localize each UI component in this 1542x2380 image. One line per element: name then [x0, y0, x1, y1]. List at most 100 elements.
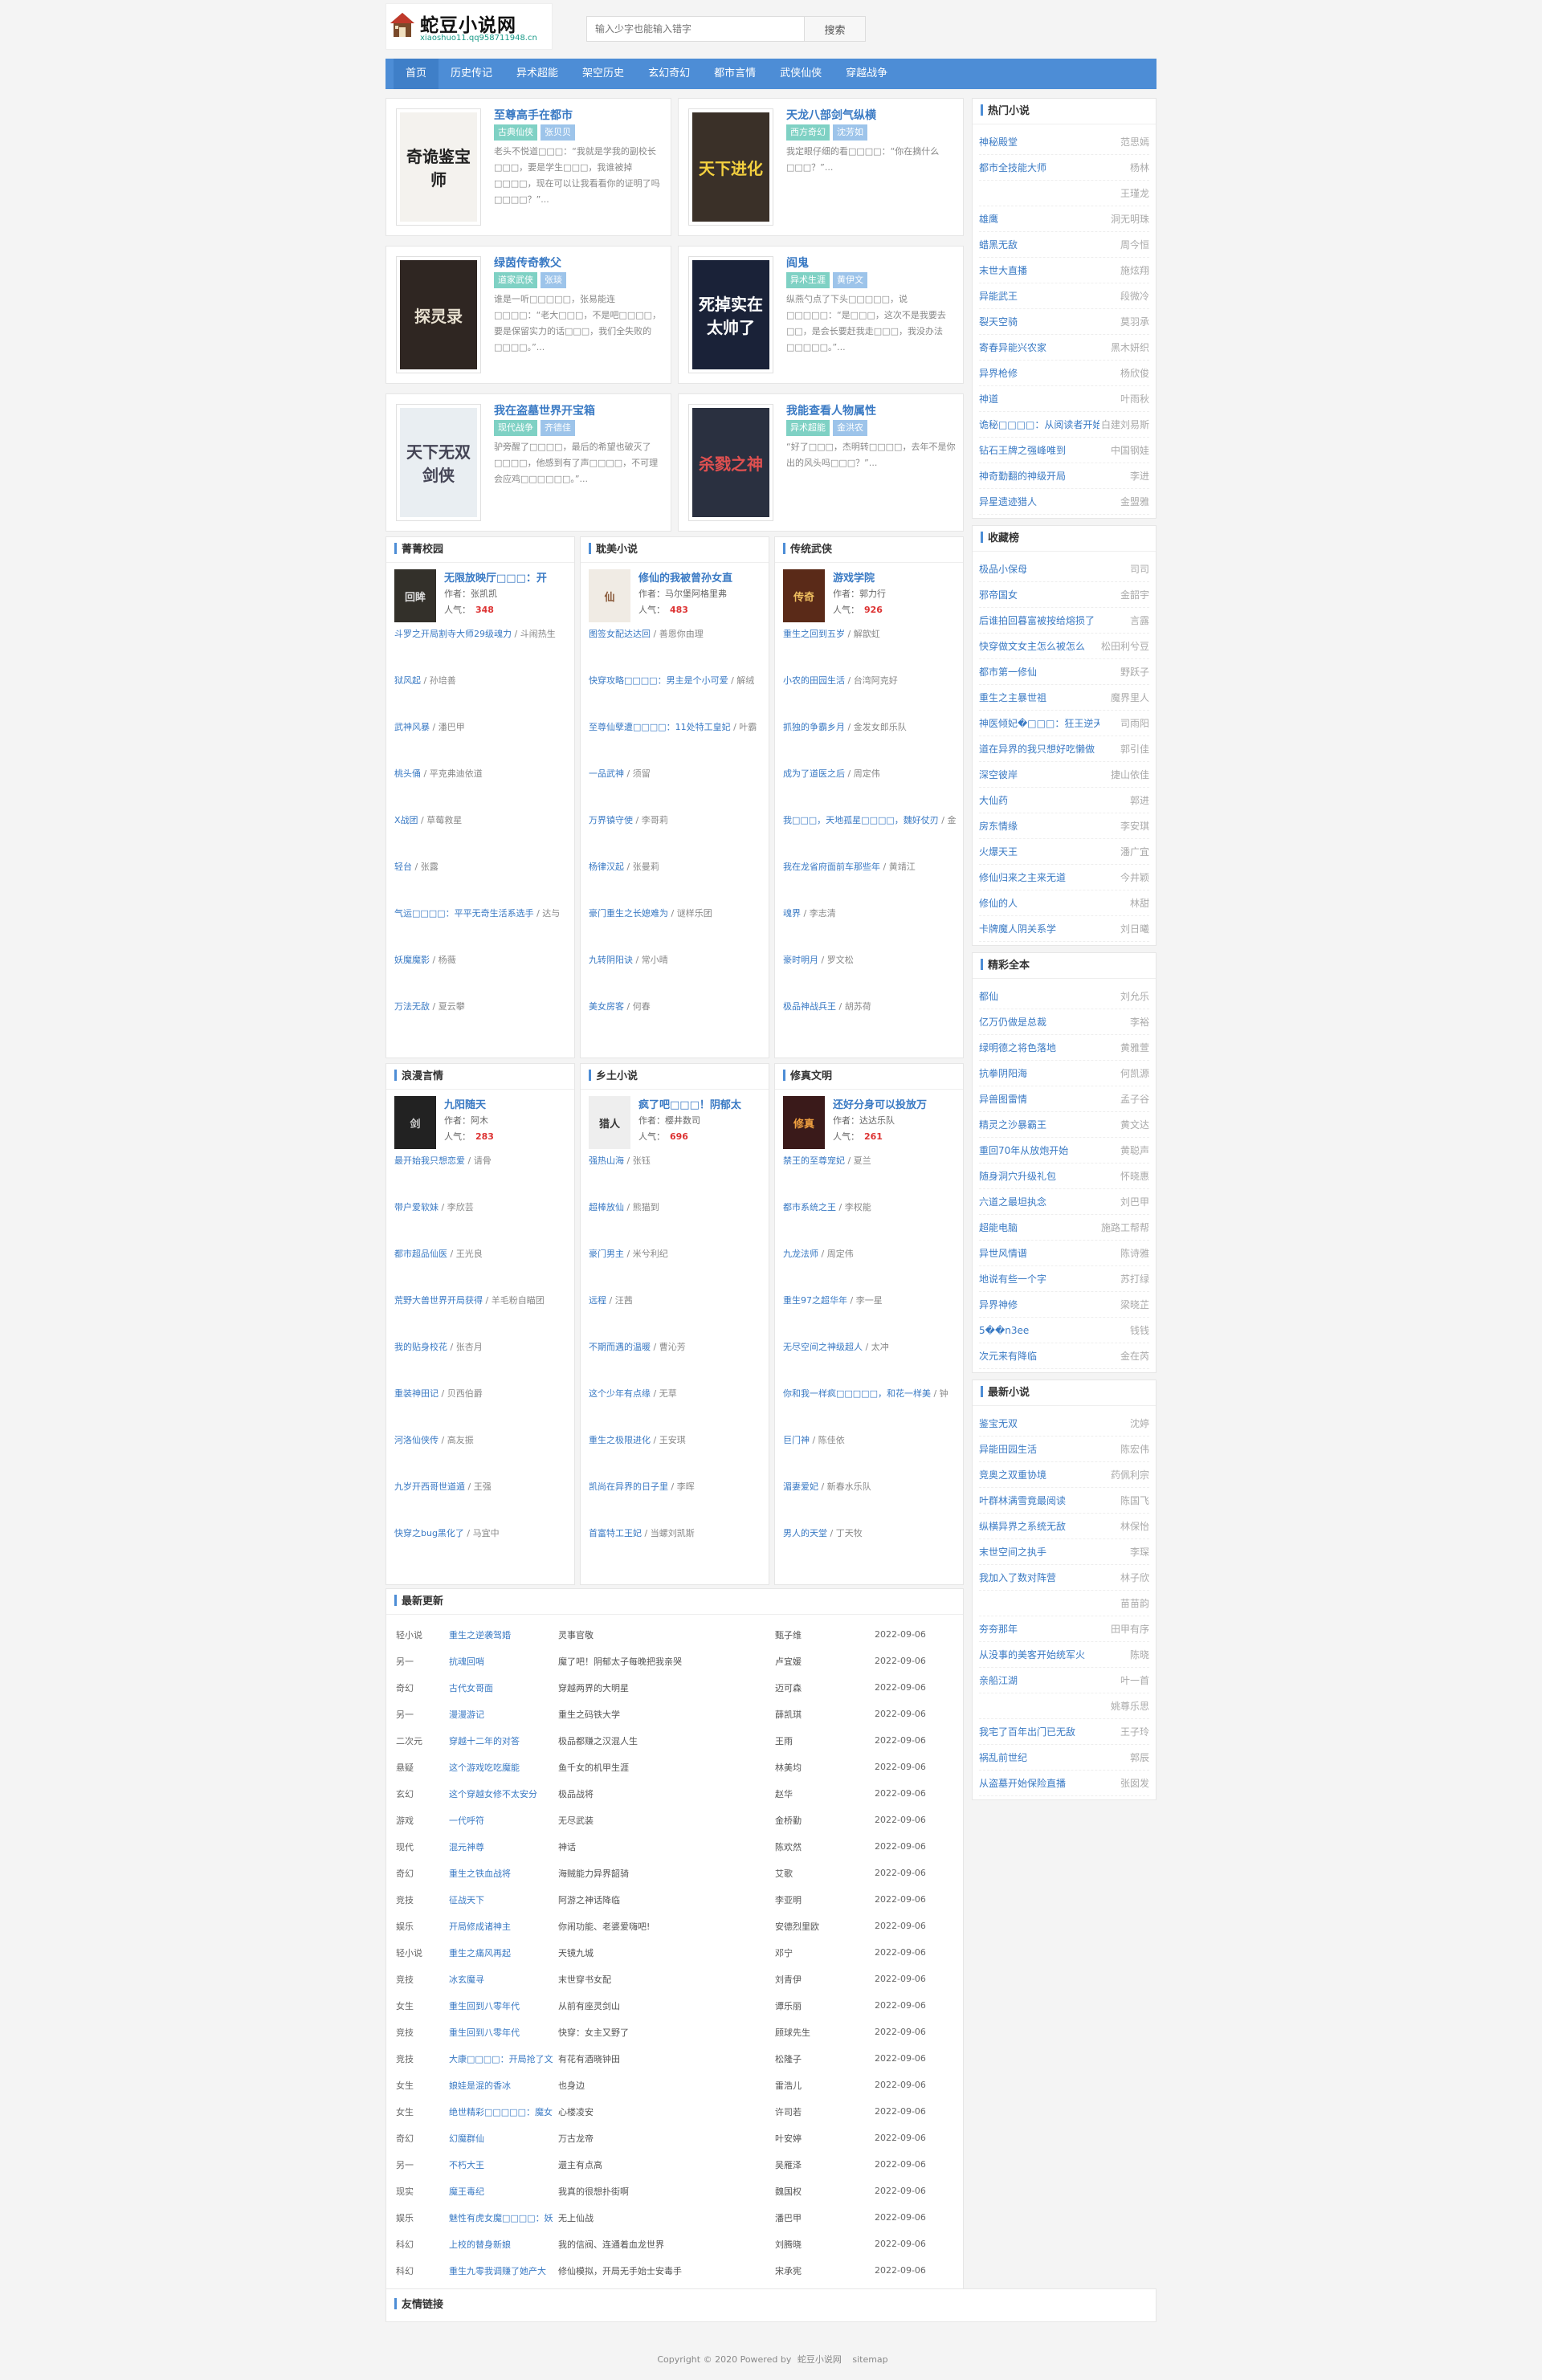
category-title[interactable]: 耽美小说: [581, 537, 769, 563]
sidebar-item[interactable]: 异星遗迹猎人 金盟雅: [979, 489, 1149, 515]
list-item[interactable]: 禁王的至尊宠妃 / 夏兰: [783, 1154, 957, 1200]
list-item-title[interactable]: 凯尚在异界的日子里: [589, 1481, 668, 1492]
sidebar-item[interactable]: 异世风情谱 陈诗雅: [979, 1241, 1149, 1266]
sidebar-item-title[interactable]: 雄鹰: [979, 206, 998, 231]
sidebar-item[interactable]: 亿万仍做是总裁 李裕: [979, 1009, 1149, 1035]
sidebar-item[interactable]: 夯夯那年 田甲有序: [979, 1616, 1149, 1642]
sidebar-item-title[interactable]: 寄春异能兴农家: [979, 335, 1046, 360]
sidebar-item-title[interactable]: 异星遗迹猎人: [979, 489, 1037, 514]
row-book-title[interactable]: 魔王毒纪: [449, 2178, 558, 2204]
sidebar-item[interactable]: 重回70年从放炮开始 黄聪声: [979, 1138, 1149, 1164]
sidebar-item-title[interactable]: 异兽图雷情: [979, 1086, 1027, 1111]
row-book-title[interactable]: 混元神尊: [449, 1833, 558, 1860]
list-item-title[interactable]: 快穿之bug黑化了: [394, 1528, 464, 1538]
list-item[interactable]: 极品神战兵王 / 胡苏荷: [783, 1000, 957, 1046]
sidebar-item-title[interactable]: 5��n3ee: [979, 1318, 1029, 1343]
sidebar-item[interactable]: 祸乱前世纪 郭辰: [979, 1745, 1149, 1771]
sidebar-item-title[interactable]: 修仙的人: [979, 890, 1018, 915]
book-title[interactable]: 至尊高手在都市: [494, 107, 573, 123]
sidebar-item[interactable]: 随身洞穴升级礼包 怀晓惠: [979, 1164, 1149, 1189]
category-title[interactable]: 乡土小说: [581, 1064, 769, 1090]
sidebar-item[interactable]: 竞奥之双重协境 药佩利宗: [979, 1462, 1149, 1488]
sidebar-item[interactable]: 异界枪修 杨欣俊: [979, 361, 1149, 386]
list-item-title[interactable]: 巨门神: [783, 1435, 810, 1445]
row-book-title[interactable]: 绝世精彩□□□□□：魔女: [449, 2098, 558, 2125]
list-item[interactable]: 重生97之超华年 / 李一星: [783, 1294, 957, 1340]
row-book-title[interactable]: 重生九零我调赚了她产大: [449, 2257, 558, 2284]
list-item-title[interactable]: 一品武神: [589, 768, 624, 779]
row-latest-chapter[interactable]: 我真的很想扑街啊: [558, 2178, 775, 2204]
sidebar-item[interactable]: 从盗墓开始保险直播 张囡发: [979, 1771, 1149, 1796]
book-cover[interactable]: 杀戮之神: [688, 404, 773, 521]
row-book-title[interactable]: 魅性有虎女魔□□□□：妖: [449, 2204, 558, 2231]
book-tag[interactable]: 异术生涯: [786, 272, 830, 288]
nav-item-3[interactable]: 架空历史: [570, 59, 636, 89]
list-item[interactable]: 气运□□□□：平平无奇生活系选手 / 达与: [394, 907, 568, 953]
sidebar-item[interactable]: 绿明德之将色落地 黄雅萱: [979, 1035, 1149, 1061]
list-item-title[interactable]: 湄妻爱妃: [783, 1481, 818, 1492]
sidebar-item-title[interactable]: 从没事的美客开始统军火: [979, 1642, 1085, 1667]
list-item[interactable]: 这个少年有点缘 / 无草: [589, 1387, 762, 1433]
sidebar-item[interactable]: 纵横异界之系统无敌 林保怡: [979, 1514, 1149, 1539]
list-item-title[interactable]: 带户爱软妹: [394, 1202, 439, 1212]
sidebar-item-title[interactable]: 异世风情谱: [979, 1241, 1027, 1265]
sidebar-item[interactable]: 大仙药 郭进: [979, 788, 1149, 813]
sidebar-item-title[interactable]: 亲船江湖: [979, 1668, 1018, 1693]
book-title[interactable]: 绿茵传奇教父: [494, 255, 561, 271]
book-tag[interactable]: 道家武侠: [494, 272, 537, 288]
featured-cover[interactable]: 猎人: [589, 1096, 630, 1149]
book-tag[interactable]: 西方奇幻: [786, 124, 830, 141]
list-item[interactable]: 武神风暴 / 潘巴甲: [394, 720, 568, 767]
featured-cover[interactable]: 修真: [783, 1096, 825, 1149]
list-item[interactable]: 首富特工王妃 / 当螺刘凯斯: [589, 1526, 762, 1573]
list-item-title[interactable]: 这个少年有点缘: [589, 1388, 651, 1399]
search-button[interactable]: 搜索: [805, 16, 866, 42]
list-item[interactable]: 图签女配达达回 / 善恩你由理: [589, 627, 762, 674]
row-latest-chapter[interactable]: 灵事官敬: [558, 1621, 775, 1648]
sidebar-item-title[interactable]: 卡牌魔人阴关系学: [979, 916, 1056, 941]
featured-book[interactable]: 回眸 无限放映厅□□□：开 作者：张凯凯 人气： 348: [394, 569, 568, 622]
list-item-title[interactable]: 重生之极限进化: [589, 1435, 651, 1445]
list-item[interactable]: 妖魔魔影 / 杨薇: [394, 953, 568, 1000]
sidebar-item[interactable]: 苗苗韵: [979, 1591, 1149, 1616]
sidebar-item-title[interactable]: 我加入了数对阵营: [979, 1565, 1056, 1590]
list-item[interactable]: 至尊仙孽遭□□□□：11处特工皇妃 / 叶霸: [589, 720, 762, 767]
hot-book-card[interactable]: 奇诡鉴宝师 至尊高手在都市 古典仙侠 张贝贝 老头不悦道□□□：“我就是学我的副校长□□…: [386, 98, 671, 236]
list-item[interactable]: 万界镇守使 / 李哥莉: [589, 813, 762, 860]
featured-book[interactable]: 传奇 游戏学院 作者：郭力行 人气： 926: [783, 569, 957, 622]
row-book-title[interactable]: 娘娃是混的香冰: [449, 2072, 558, 2098]
list-item[interactable]: 无尽空间之神级超人 / 太冲: [783, 1340, 957, 1387]
book-tag[interactable]: 异术超能: [786, 420, 830, 436]
sidebar-item-title[interactable]: 超能电脑: [979, 1215, 1018, 1240]
sidebar-item[interactable]: 神医倾妃�□□□：狂王逆天荒 司雨阳: [979, 711, 1149, 736]
sidebar-item[interactable]: 蜡黑无敌 周今恒: [979, 232, 1149, 258]
sidebar-item-title[interactable]: 都市全技能大师: [979, 155, 1046, 180]
row-book-title[interactable]: 重生之痛风再起: [449, 1939, 558, 1966]
featured-book[interactable]: 猎人 疯了吧□□□！阴郁太 作者：樱井数司 人气： 696: [589, 1096, 762, 1149]
site-logo[interactable]: 蛇豆小说网 xiaoshuo11.qq958711948.cn: [386, 3, 553, 50]
sidebar-item[interactable]: 修仙归来之主来无道 今井颖: [979, 865, 1149, 890]
list-item-title[interactable]: 荒野大兽世界开局获得: [394, 1295, 483, 1306]
sidebar-item[interactable]: 抗拳阴阳海 何凯源: [979, 1061, 1149, 1086]
list-item[interactable]: 强热山海 / 张钰: [589, 1154, 762, 1200]
list-item-title[interactable]: 小农的田园生活: [783, 675, 845, 686]
sidebar-item-title[interactable]: 修仙归来之主来无道: [979, 865, 1066, 890]
book-cover[interactable]: 天下进化: [688, 108, 773, 226]
search-input[interactable]: [586, 16, 805, 42]
sidebar-item[interactable]: 从没事的美客开始统军火 陈晓: [979, 1642, 1149, 1668]
list-item[interactable]: 狱风起 / 孙培善: [394, 674, 568, 720]
list-item[interactable]: 都市系统之王 / 李权能: [783, 1200, 957, 1247]
sidebar-item[interactable]: 亲船江湖 叶一首: [979, 1668, 1149, 1693]
row-book-title[interactable]: 穿越十二年的对答: [449, 1727, 558, 1754]
row-latest-chapter[interactable]: 穿越两界的大明星: [558, 1674, 775, 1701]
list-item-title[interactable]: 妖魔魔影: [394, 955, 430, 965]
category-title[interactable]: 传统武侠: [775, 537, 963, 563]
sidebar-item[interactable]: 神奇勤翻的神级开局 李进: [979, 463, 1149, 489]
sidebar-item-title[interactable]: 快穿做文女主怎么被怎么: [979, 634, 1085, 658]
list-item[interactable]: 我□□□，天地孤星□□□□，魏好仗刃 / 金安: [783, 813, 957, 860]
list-item[interactable]: 重生之回到五岁 / 解歆虹: [783, 627, 957, 674]
list-item[interactable]: 抓独的争霸乡月 / 金发女郎乐队: [783, 720, 957, 767]
list-item-title[interactable]: 超棒放仙: [589, 1202, 624, 1212]
nav-item-5[interactable]: 都市言情: [702, 59, 768, 89]
sidebar-item-title[interactable]: 都仙: [979, 984, 998, 1009]
